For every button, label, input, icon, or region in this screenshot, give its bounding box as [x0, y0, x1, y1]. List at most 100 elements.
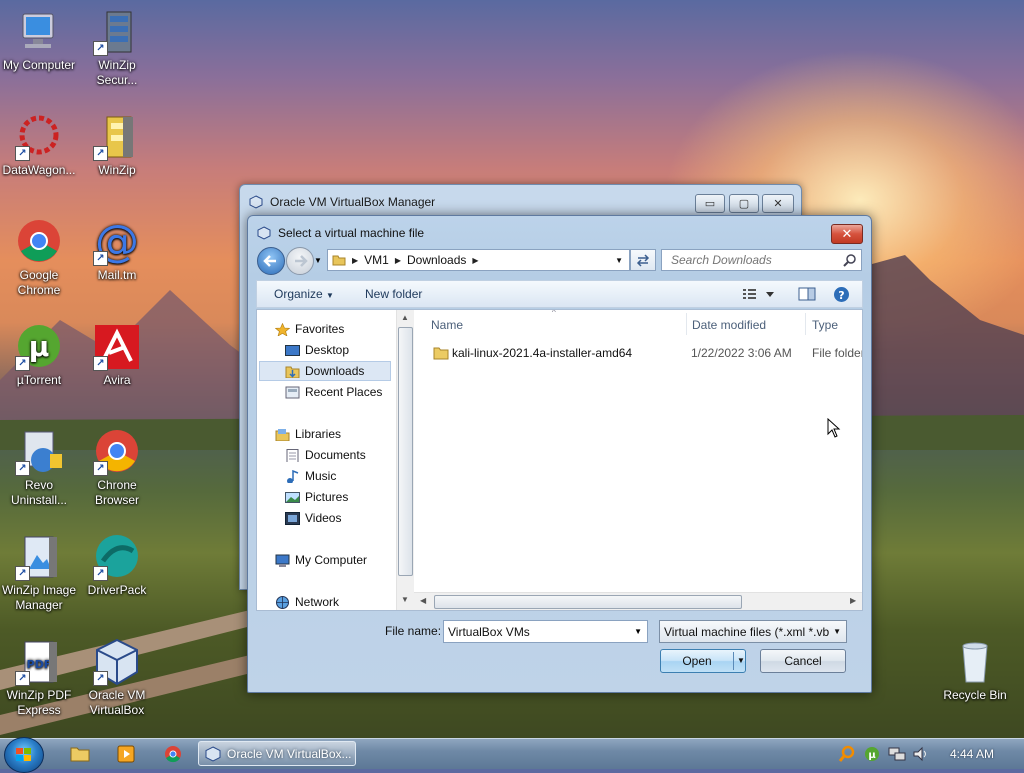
scroll-thumb[interactable]	[434, 595, 742, 609]
desktop-icon-chrone-browser[interactable]: ↗ Chrone Browser	[78, 428, 156, 508]
back-button[interactable]	[257, 247, 285, 275]
desktop-icon	[285, 344, 300, 356]
desktop-icon-driverpack[interactable]: ↗ DriverPack	[78, 533, 156, 598]
organize-label: Organize	[274, 287, 323, 301]
pictures-icon	[285, 491, 300, 503]
taskbar-explorer-button[interactable]	[62, 742, 98, 766]
file-name: kali-linux-2021.4a-installer-amd64	[452, 346, 633, 360]
search-input[interactable]	[669, 252, 843, 268]
search-icon[interactable]	[843, 253, 857, 267]
clock[interactable]: 4:44 AM	[950, 747, 994, 761]
utorrent-icon: µ ↗	[15, 323, 63, 371]
scroll-up-icon[interactable]: ▲	[401, 313, 409, 322]
search-box[interactable]	[661, 249, 862, 271]
select-file-dialog[interactable]: Select a virtual machine file ✕ ▼ ▶ VM1 …	[247, 215, 872, 693]
file-list-scrollbar[interactable]: ◀ ▶	[414, 592, 862, 610]
open-label: Open	[682, 654, 712, 668]
desktop-icon-avira[interactable]: ↗ Avira	[78, 323, 156, 388]
column-header-name[interactable]: Name	[431, 318, 463, 332]
column-header-date-modified[interactable]: Date modified	[692, 318, 766, 332]
nav-network[interactable]: Network	[275, 595, 339, 609]
help-button[interactable]: ?	[833, 286, 850, 306]
column-divider[interactable]	[805, 313, 806, 335]
shortcut-arrow-icon: ↗	[93, 251, 108, 266]
file-row[interactable]: kali-linux-2021.4a-installer-amd64 1/22/…	[429, 343, 862, 363]
nav-desktop[interactable]: Desktop	[285, 343, 349, 357]
organize-button[interactable]: Organize ▼	[274, 287, 334, 301]
scroll-left-icon[interactable]: ◀	[420, 596, 426, 605]
desktop-icon-mail-tm[interactable]: @ ↗ Mail.tm	[78, 216, 156, 283]
scroll-thumb[interactable]	[398, 327, 413, 576]
star-icon	[275, 322, 290, 336]
desktop-icon-revo-uninstaller[interactable]: ↗ Revo Uninstall...	[0, 428, 78, 508]
nav-pane-scrollbar[interactable]: ▲ ▼	[396, 310, 414, 610]
maximize-button[interactable]: ▢	[729, 194, 759, 213]
taskbar-virtualbox-window-button[interactable]: Oracle VM VirtualBox...	[198, 741, 356, 766]
minimize-button[interactable]: ▭	[695, 194, 725, 213]
change-view-button[interactable]	[742, 286, 778, 305]
nav-music[interactable]: Music	[285, 469, 336, 483]
utorrent-tray-icon[interactable]: µ	[864, 745, 880, 763]
pdf-icon: PDF ↗	[15, 638, 63, 686]
computer-icon	[275, 554, 290, 567]
taskbar-media-player-button[interactable]	[108, 742, 144, 766]
address-dropdown-icon[interactable]: ▼	[615, 256, 623, 265]
nav-label: Videos	[305, 511, 342, 525]
scroll-right-icon[interactable]: ▶	[850, 596, 856, 605]
nav-favorites[interactable]: Favorites	[275, 322, 344, 336]
network-tray-icon[interactable]	[888, 746, 906, 762]
desktop-icon-winzip[interactable]: ↗ WinZip	[78, 113, 156, 178]
svg-text:µ: µ	[868, 750, 876, 761]
breadcrumb-downloads[interactable]: Downloads	[401, 253, 472, 267]
new-folder-button[interactable]: New folder	[365, 287, 422, 301]
shortcut-arrow-icon: ↗	[93, 356, 108, 371]
desktop-icon-winzip-pdf-express[interactable]: PDF ↗ WinZip PDF Express	[0, 638, 78, 718]
open-dropdown-icon[interactable]: ▼	[733, 652, 745, 670]
address-bar[interactable]: ▶ VM1 ▶ Downloads ▶ ▼	[327, 249, 630, 271]
chevron-down-icon[interactable]: ▼	[634, 627, 642, 636]
desktop-icon-recycle-bin[interactable]: Recycle Bin	[936, 638, 1014, 703]
cancel-button[interactable]: Cancel	[760, 649, 846, 673]
column-header-type[interactable]: Type	[812, 318, 838, 332]
search-magnifier-icon[interactable]	[838, 745, 856, 763]
desktop-icon-label: WinZip	[98, 163, 136, 177]
desktop-icon-my-computer[interactable]: My Computer	[0, 8, 78, 73]
nav-videos[interactable]: Videos	[285, 511, 341, 525]
system-tray: µ 4:44 AM	[838, 739, 1024, 769]
close-button[interactable]: ✕	[762, 194, 794, 213]
refresh-button[interactable]	[630, 249, 656, 271]
desktop-icon-datawagon[interactable]: ↗ DataWagon...	[0, 113, 78, 178]
open-button[interactable]: Open ▼	[660, 649, 746, 673]
file-name-combobox[interactable]: ▼	[443, 620, 648, 643]
column-divider[interactable]	[686, 313, 687, 335]
forward-button[interactable]	[286, 247, 314, 275]
file-list-pane: ^ Name Date modified Type kali-linux-202…	[414, 310, 862, 610]
shortcut-arrow-icon: ↗	[15, 461, 30, 476]
nav-my-computer[interactable]: My Computer	[275, 553, 367, 567]
nav-recent-places[interactable]: Recent Places	[285, 385, 382, 399]
recent-locations-chevron-icon[interactable]: ▼	[314, 256, 322, 265]
desktop-icon-google-chrome[interactable]: Google Chrome	[0, 218, 78, 298]
volume-icon[interactable]	[912, 746, 930, 762]
scroll-down-icon[interactable]: ▼	[401, 595, 409, 604]
desktop-icon-oracle-vm-virtualbox[interactable]: ↗ Oracle VM VirtualBox	[78, 638, 156, 718]
nav-downloads[interactable]: Downloads	[259, 361, 391, 381]
chrome-icon: ↗	[93, 428, 141, 476]
desktop-icon-winzip-secure[interactable]: ↗ WinZip Secur...	[78, 8, 156, 88]
desktop-icon-winzip-image-manager[interactable]: ↗ WinZip Image Manager	[0, 533, 78, 613]
file-name-input[interactable]	[444, 623, 630, 640]
desktop-icon-label: DriverPack	[87, 583, 147, 597]
nav-libraries[interactable]: Libraries	[275, 427, 341, 441]
close-icon: ✕	[773, 198, 783, 210]
recycle-bin-icon	[951, 638, 999, 686]
desktop-icon-label: WinZip Image Manager	[1, 583, 77, 612]
breadcrumb-vm1[interactable]: VM1	[358, 253, 395, 267]
nav-documents[interactable]: Documents	[285, 448, 366, 462]
preview-pane-icon	[798, 287, 816, 301]
nav-pictures[interactable]: Pictures	[285, 490, 348, 504]
file-type-filter-select[interactable]: Virtual machine files (*.xml *.vb ▼	[659, 620, 847, 643]
desktop-icon-utorrent[interactable]: µ ↗ µTorrent	[0, 323, 78, 388]
dialog-close-button[interactable]: ✕	[831, 224, 863, 244]
taskbar-chrome-button[interactable]	[155, 742, 191, 766]
preview-pane-button[interactable]	[798, 286, 816, 305]
